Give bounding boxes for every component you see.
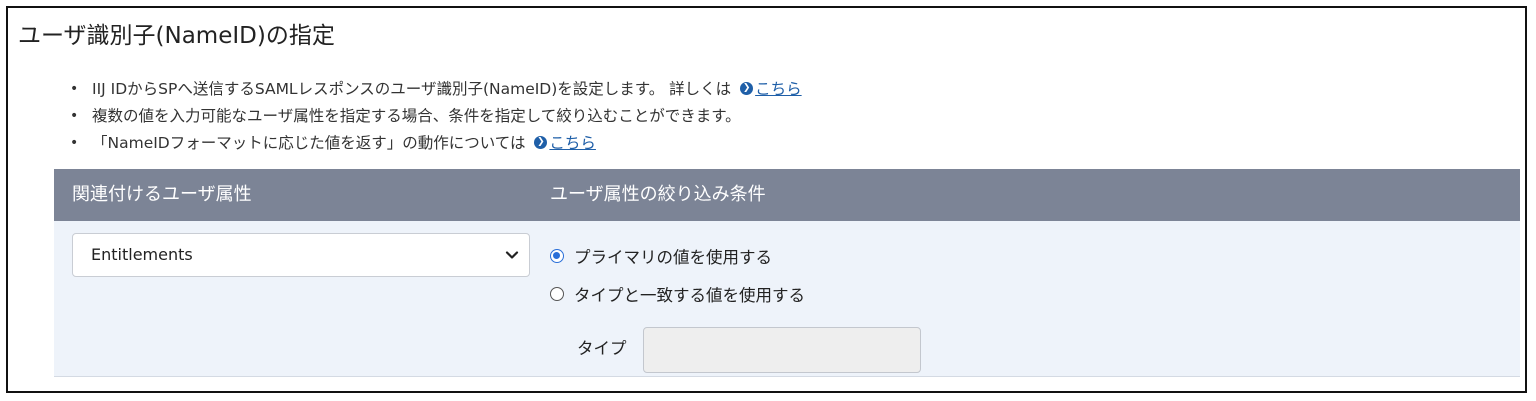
list-item: • 「NameIDフォーマットに応じた値を返す」の動作については ❯ こちら: [70, 130, 802, 157]
chevron-down-icon: [505, 251, 519, 259]
table-header: 関連付けるユーザ属性 ユーザ属性の絞り込み条件: [54, 169, 1520, 221]
details-link[interactable]: ❯ こちら: [736, 80, 802, 98]
radio-button-checked[interactable]: [550, 249, 564, 263]
radio-use-primary[interactable]: プライマリの値を使用する: [550, 245, 772, 267]
radio-match-type-label: タイプと一致する値を使用する: [574, 286, 805, 305]
radio-use-primary-label: プライマリの値を使用する: [574, 248, 772, 267]
notes-list: • IIJ IDからSPへ送信するSAMLレスポンスのユーザ識別子(NameID…: [70, 76, 802, 157]
nameid-format-link-label: こちら: [549, 134, 596, 152]
radio-button-unchecked[interactable]: [550, 287, 564, 301]
bullet-icon: •: [70, 108, 79, 124]
arrow-right-circle-icon: ❯: [740, 82, 754, 95]
radio-match-type[interactable]: タイプと一致する値を使用する: [550, 283, 805, 305]
type-field-label: タイプ: [577, 339, 627, 358]
nameid-format-link[interactable]: ❯ こちら: [530, 134, 596, 152]
user-attribute-select[interactable]: Entitlements: [72, 233, 530, 277]
note-text: 「NameIDフォーマットに応じた値を返す」の動作については: [92, 134, 526, 152]
type-input[interactable]: [643, 327, 921, 373]
note-text: IIJ IDからSPへ送信するSAMLレスポンスのユーザ識別子(NameID)を…: [92, 80, 732, 98]
list-item: • IIJ IDからSPへ送信するSAMLレスポンスのユーザ識別子(NameID…: [70, 76, 802, 103]
bullet-icon: •: [70, 135, 79, 151]
details-link-label: こちら: [755, 80, 802, 98]
nameid-panel: ユーザ識別子(NameID)の指定 • IIJ IDからSPへ送信するSAMLレ…: [6, 6, 1527, 393]
list-item: • 複数の値を入力可能なユーザ属性を指定する場合、条件を指定して絞り込むことがで…: [70, 103, 802, 130]
nameid-settings-table: 関連付けるユーザ属性 ユーザ属性の絞り込み条件 Entitlements プライ…: [54, 169, 1520, 385]
note-text: 複数の値を入力可能なユーザ属性を指定する場合、条件を指定して絞り込むことができま…: [92, 107, 741, 125]
header-associated-attribute: 関連付けるユーザ属性: [72, 184, 252, 205]
user-attribute-select-value: Entitlements: [91, 245, 193, 264]
arrow-right-circle-icon: ❯: [534, 136, 548, 149]
table-row: Entitlements プライマリの値を使用する タイプと一致する値を使用する…: [54, 221, 1520, 377]
bullet-icon: •: [70, 81, 79, 97]
page-title: ユーザ識別子(NameID)の指定: [18, 23, 335, 49]
header-filter-condition: ユーザ属性の絞り込み条件: [550, 184, 766, 205]
